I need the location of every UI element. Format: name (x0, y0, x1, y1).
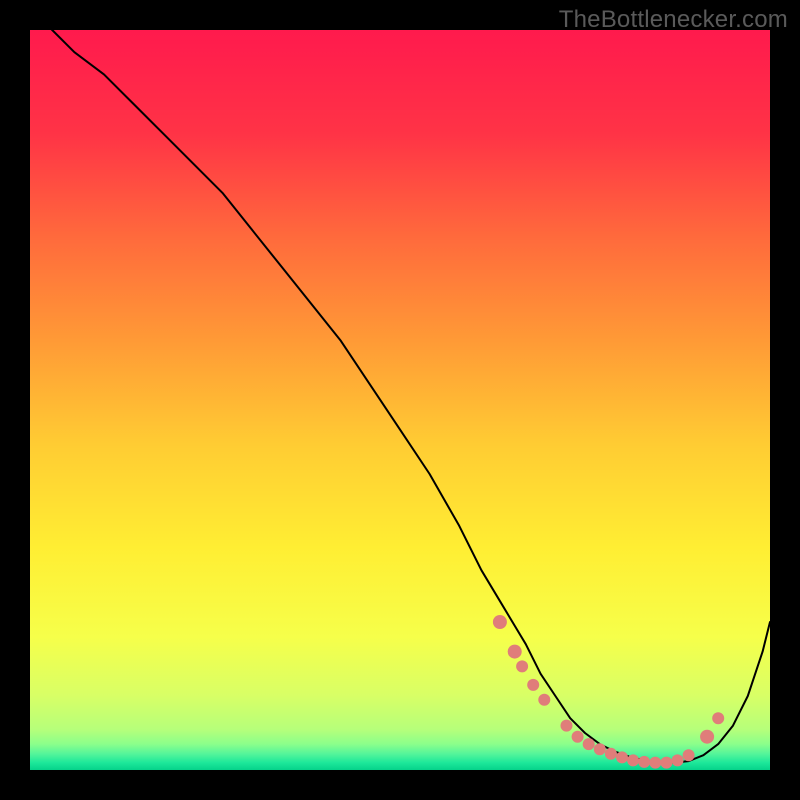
marker-dot (508, 645, 522, 659)
marker-dot (672, 754, 684, 766)
watermark-text: TheBottlenecker.com (559, 6, 788, 34)
marker-dot (660, 757, 672, 769)
marker-dot (616, 751, 628, 763)
marker-dot (561, 720, 573, 732)
marker-dot (527, 679, 539, 691)
marker-dot (572, 731, 584, 743)
marker-dot (683, 749, 695, 761)
marker-dot (627, 754, 639, 766)
marker-dot (516, 660, 528, 672)
marker-dot (649, 757, 661, 769)
marker-dot (594, 743, 606, 755)
chart-container: TheBottlenecker.com (0, 0, 800, 800)
chart-svg (30, 30, 770, 770)
marker-dot (538, 694, 550, 706)
marker-dot (583, 738, 595, 750)
plot-area (30, 30, 770, 770)
marker-dot (712, 712, 724, 724)
marker-dot (493, 615, 507, 629)
marker-dot (605, 748, 617, 760)
marker-dot (638, 756, 650, 768)
marker-dot (700, 730, 714, 744)
gradient-background (30, 30, 770, 770)
